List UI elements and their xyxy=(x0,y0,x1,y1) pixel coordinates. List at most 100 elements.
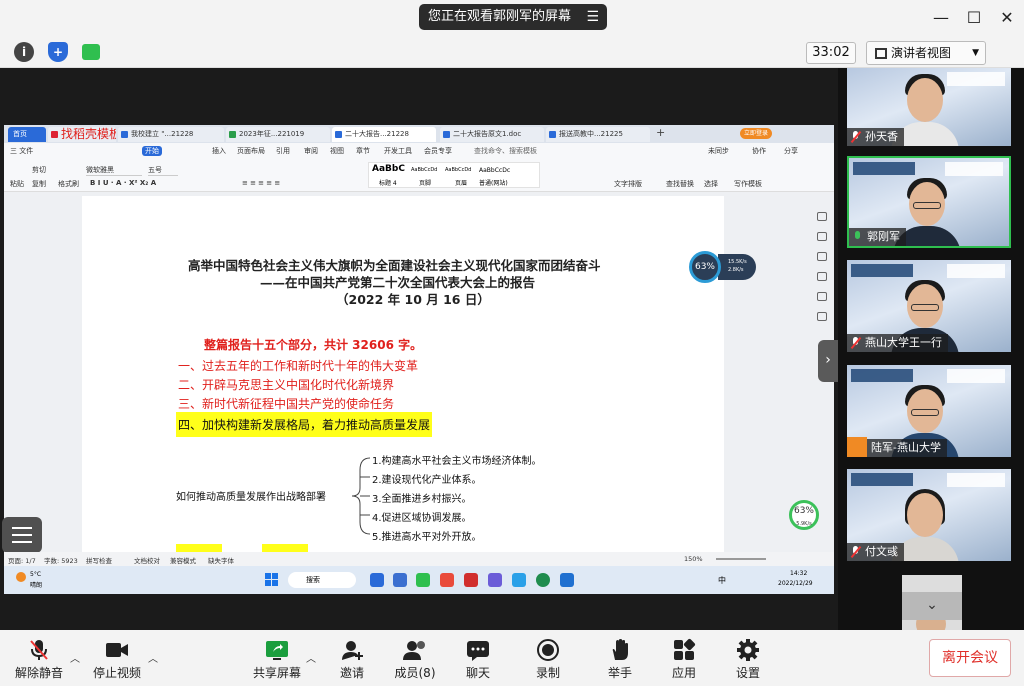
menu-member[interactable]: 会员专享 xyxy=(424,146,452,156)
mindmap-branch: 3.全面推进乡村振兴。 xyxy=(372,494,472,505)
tool-icon[interactable] xyxy=(817,272,827,281)
video-tile[interactable]: 付文彧 xyxy=(847,469,1011,561)
wechat-icon[interactable] xyxy=(416,573,430,587)
spell-check[interactable]: 拼写检查 xyxy=(86,555,112,565)
cut-button[interactable]: 剪切 xyxy=(32,165,46,175)
close-icon[interactable]: ✕ xyxy=(994,6,1020,30)
tool-icon[interactable] xyxy=(817,212,827,221)
info-icon[interactable]: i xyxy=(14,42,34,62)
weather-icon[interactable] xyxy=(16,572,26,582)
tab-document[interactable]: 报送高教中...21225 xyxy=(546,127,650,142)
find-replace-button[interactable]: 查找替换 xyxy=(666,179,694,189)
wps-app-icon[interactable] xyxy=(464,573,478,587)
writing-template-button[interactable]: 写作模板 xyxy=(734,179,762,189)
tool-icon[interactable] xyxy=(817,232,827,241)
collapse-panel-icon[interactable]: › xyxy=(818,340,838,382)
menu-layout[interactable]: 页面布局 xyxy=(237,146,265,156)
text-layout-button[interactable]: 文字排版 xyxy=(614,179,642,189)
ime-indicator[interactable]: 中 xyxy=(718,575,726,586)
shield-icon[interactable]: + xyxy=(48,42,68,62)
upload-speed: 15.5K/s xyxy=(728,259,747,265)
menu-view[interactable]: 视图 xyxy=(330,146,344,156)
scroll-down-icon[interactable]: ⌄ xyxy=(902,592,962,620)
record-button[interactable]: 录制 xyxy=(526,634,570,684)
video-tile[interactable]: 陆军-燕山大学 xyxy=(847,365,1011,457)
zoom-slider[interactable] xyxy=(716,558,766,560)
video-tile[interactable]: 燕山大学王一行 xyxy=(847,260,1011,352)
leave-meeting-button[interactable]: 离开会议 xyxy=(929,639,1011,677)
app-icon[interactable] xyxy=(512,573,526,587)
menu-chapter[interactable]: 章节 xyxy=(356,146,370,156)
font-select[interactable]: 微软雅黑 xyxy=(86,165,142,176)
members-button[interactable]: 成员(8) xyxy=(390,634,440,684)
command-search[interactable]: 查找命令、搜索模板 xyxy=(474,146,537,156)
app-icon[interactable] xyxy=(393,573,407,587)
taskbar-date[interactable]: 2022/12/29 xyxy=(778,580,813,587)
paste-button[interactable]: 粘贴 xyxy=(10,179,24,189)
zoom-level[interactable]: 150% xyxy=(684,555,703,563)
menu-reference[interactable]: 引用 xyxy=(276,146,290,156)
meeting-app-icon[interactable] xyxy=(560,573,574,587)
mic-on-icon xyxy=(853,231,862,243)
tab-home[interactable]: 首页 xyxy=(8,127,46,142)
viewing-banner[interactable]: 您正在观看郭刚军的屏幕 ☰ xyxy=(419,4,607,30)
video-tile-active-speaker[interactable]: 郭刚军 xyxy=(847,156,1011,248)
new-tab-icon[interactable]: + xyxy=(656,126,665,139)
maximize-icon[interactable]: ☐ xyxy=(961,6,987,30)
mail-app-icon[interactable] xyxy=(370,573,384,587)
raise-hand-button[interactable]: 举手 xyxy=(598,634,642,684)
chevron-up-icon[interactable]: ︿ xyxy=(148,650,158,665)
stop-video-button[interactable]: 停止视频 xyxy=(90,634,144,684)
tab-templates[interactable]: 找稻壳模板 xyxy=(48,127,116,142)
sync-status[interactable]: 未同步 xyxy=(708,146,729,156)
tool-icon[interactable] xyxy=(817,252,827,261)
meeting-timer: 33:02 xyxy=(806,42,856,64)
view-mode-button[interactable]: 演讲者视图 ▼ xyxy=(866,41,986,65)
tab-document[interactable]: 2023年征...221019 xyxy=(226,127,330,142)
missing-fonts[interactable]: 缺失字体 xyxy=(208,555,234,565)
taskbar-search[interactable]: 搜索 xyxy=(288,572,356,588)
cpu-gauge[interactable]: 63% xyxy=(689,251,721,283)
chevron-up-icon[interactable]: ︿ xyxy=(306,650,316,665)
style-gallery[interactable]: AaBbC 标题 4 AaBbCcDd 页脚 AaBbCcDd 页眉 AaBbC… xyxy=(368,162,540,188)
tool-icon[interactable] xyxy=(817,312,827,321)
chat-button[interactable]: 聊天 xyxy=(456,634,500,684)
app-icon[interactable] xyxy=(488,573,502,587)
proofread[interactable]: 文档校对 xyxy=(134,555,160,565)
tab-document[interactable]: 我校建立 "...21228 xyxy=(118,127,224,142)
menu-icon[interactable]: ☰ xyxy=(586,4,599,30)
font-size-select[interactable]: 五号 xyxy=(148,165,178,176)
banner-logo xyxy=(851,473,913,486)
tool-icon[interactable] xyxy=(817,292,827,301)
edge-browser-icon[interactable] xyxy=(536,573,550,587)
video-tile[interactable]: 孙天香 xyxy=(847,68,1011,146)
menu-start[interactable]: 开始 xyxy=(142,146,162,156)
menu-review[interactable]: 审阅 xyxy=(304,146,318,156)
format-buttons[interactable]: B I U · A · X² X₂ A xyxy=(90,179,156,187)
list-menu-icon[interactable] xyxy=(2,517,42,553)
signal-bars-icon[interactable] xyxy=(82,44,100,60)
minimize-icon[interactable]: — xyxy=(928,6,954,30)
align-buttons[interactable]: ≡ ≡ ≡ ≡ ≡ xyxy=(242,179,280,187)
format-painter-button[interactable]: 格式刷 xyxy=(58,179,79,189)
chevron-up-icon[interactable]: ︿ xyxy=(70,650,80,665)
tab-document-active[interactable]: 二十大报告...21228 xyxy=(332,127,436,142)
menu-share[interactable]: 分享 xyxy=(784,146,798,156)
share-screen-button[interactable]: 共享屏幕 xyxy=(250,634,304,684)
select-button[interactable]: 选择 xyxy=(704,179,718,189)
invite-button[interactable]: 邀请 xyxy=(330,634,374,684)
doc-item: 一、过去五年的工作和新时代十年的伟大变革 xyxy=(178,359,419,373)
menu-insert[interactable]: 插入 xyxy=(212,146,226,156)
settings-button[interactable]: 设置 xyxy=(726,634,770,684)
taskbar-time[interactable]: 14:32 xyxy=(790,570,807,577)
menu-file[interactable]: 三 文件 xyxy=(10,146,33,156)
login-button[interactable]: 立即登录 xyxy=(740,128,773,139)
menu-collab[interactable]: 协作 xyxy=(752,146,766,156)
tab-document[interactable]: 二十大报告原文1.doc xyxy=(440,127,544,142)
unmute-button[interactable]: 解除静音 xyxy=(12,634,66,684)
apps-button[interactable]: 应用 xyxy=(662,634,706,684)
copy-button[interactable]: 复制 xyxy=(32,179,46,189)
menu-devtools[interactable]: 开发工具 xyxy=(384,146,412,156)
app-icon[interactable] xyxy=(440,573,454,587)
windows-start-icon[interactable] xyxy=(265,573,279,587)
